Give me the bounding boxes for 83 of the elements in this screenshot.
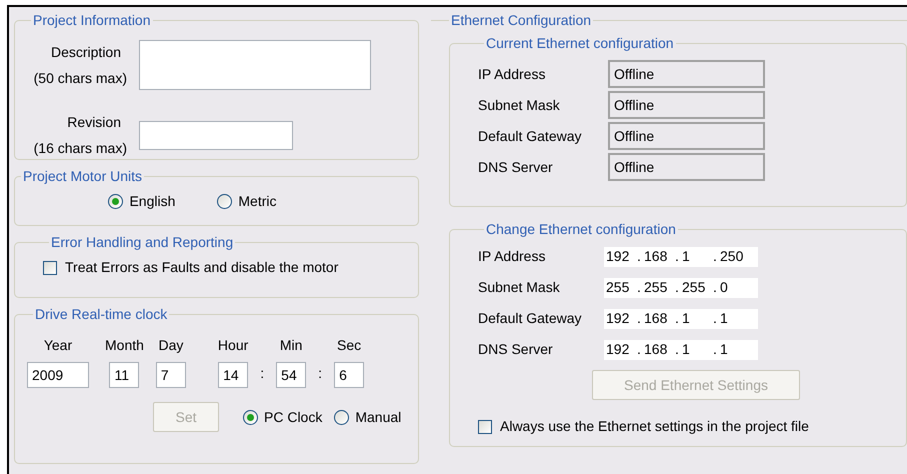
field-label: Min [280, 336, 302, 355]
ip-octet: 1 [682, 247, 691, 266]
ip-separator: . [636, 247, 642, 266]
ip-octet: 1 [720, 309, 729, 328]
field-label: IP Address [478, 64, 546, 84]
readonly-field: Offline [608, 122, 765, 150]
ip-octet: 255 [682, 278, 706, 297]
ip-separator: . [636, 340, 642, 359]
readonly-field: Offline [608, 91, 765, 119]
field-label: Hour [218, 336, 248, 355]
radio-button[interactable] [334, 410, 350, 424]
ip-octet: 1 [682, 309, 691, 328]
ip-address-field[interactable]: 192 . 168 . 1 . 1 [604, 308, 758, 328]
field-label: Default Gateway [478, 126, 582, 146]
time-separator: : [318, 364, 322, 383]
radio-button[interactable] [217, 194, 232, 209]
group-title: Change Ethernet configuration [485, 220, 677, 239]
ip-separator: . [712, 340, 718, 359]
ip-separator: . [712, 278, 718, 297]
description-field[interactable] [139, 40, 371, 90]
field-hint: (50 chars max) [32, 69, 127, 88]
field-hint: (16 chars max) [32, 139, 127, 158]
ip-octet: 192 [606, 247, 630, 266]
ip-separator: . [674, 278, 680, 297]
ip-octet: 1 [720, 340, 729, 359]
group-title: Project Information [32, 11, 152, 30]
ip-octet: 250 [720, 247, 744, 266]
group-title: Current Ethernet configuration [485, 34, 675, 53]
group-title: Drive Real-time clock [34, 305, 168, 324]
ip-octet: 192 [606, 340, 630, 359]
readonly-field: Offline [608, 153, 765, 181]
field-label: Day [158, 336, 184, 355]
ip-separator: . [712, 247, 718, 266]
field-label: Subnet Mask [478, 96, 561, 114]
date-field[interactable]: 7 [156, 362, 186, 388]
group-title: Error Handling and Reporting [50, 233, 234, 252]
revision-field[interactable] [139, 120, 293, 150]
ip-octet: 168 [644, 309, 668, 328]
radio-button[interactable] [243, 410, 258, 424]
ip-octet: 192 [606, 309, 630, 328]
ip-octet: 255 [644, 278, 668, 297]
ip-octet: 255 [606, 278, 630, 297]
readonly-field: Offline [608, 60, 765, 88]
ip-address-field[interactable]: 192 . 168 . 1 . 250 [604, 246, 758, 266]
time-separator: : [260, 364, 264, 383]
ip-separator: . [712, 309, 718, 328]
radio-label: Metric [238, 192, 277, 211]
field-label: Month [105, 336, 144, 355]
ip-separator: . [636, 309, 642, 328]
ip-octet: 1 [682, 340, 691, 359]
radio-label: Manual [355, 408, 402, 426]
date-field[interactable]: 54 [276, 362, 306, 388]
ip-separator: . [636, 278, 642, 297]
ip-address-field[interactable]: 255 . 255 . 255 . 0 [604, 278, 758, 298]
field-label: Sec [337, 336, 362, 355]
field-label: Year [44, 336, 72, 355]
checkbox[interactable] [43, 260, 57, 274]
field-label: IP Address [478, 247, 546, 266]
radio-button[interactable] [108, 194, 124, 209]
date-field[interactable]: 14 [218, 362, 248, 388]
field-label: Subnet Mask [478, 278, 561, 297]
date-field[interactable]: 11 [109, 362, 140, 388]
field-label: DNS Server [478, 158, 554, 176]
ip-octet: 168 [644, 247, 668, 266]
checkbox-label: Always use the Ethernet settings in the project file [500, 417, 809, 436]
ip-separator: . [674, 247, 680, 266]
field-label: Default Gateway [478, 309, 582, 328]
ip-octet: 168 [644, 340, 668, 359]
date-field[interactable]: 6 [334, 362, 364, 388]
group-title: Project Motor Units [22, 167, 144, 186]
ip-separator: . [674, 340, 680, 359]
checkbox[interactable] [478, 420, 492, 434]
ip-separator: . [674, 309, 680, 328]
ip-address-field[interactable]: 192 . 168 . 1 . 1 [604, 340, 758, 360]
field-label: Revision [66, 113, 122, 132]
radio-label: PC Clock [264, 408, 322, 426]
checkbox-label: Treat Errors as Faults and disable the motor [65, 258, 338, 277]
field-label: DNS Server [478, 340, 554, 359]
date-field[interactable]: 2009 [27, 362, 89, 388]
ip-octet: 0 [720, 278, 729, 297]
radio-label: English [129, 192, 176, 211]
field-label: Description [50, 43, 122, 62]
group-title: Ethernet Configuration [450, 11, 592, 30]
